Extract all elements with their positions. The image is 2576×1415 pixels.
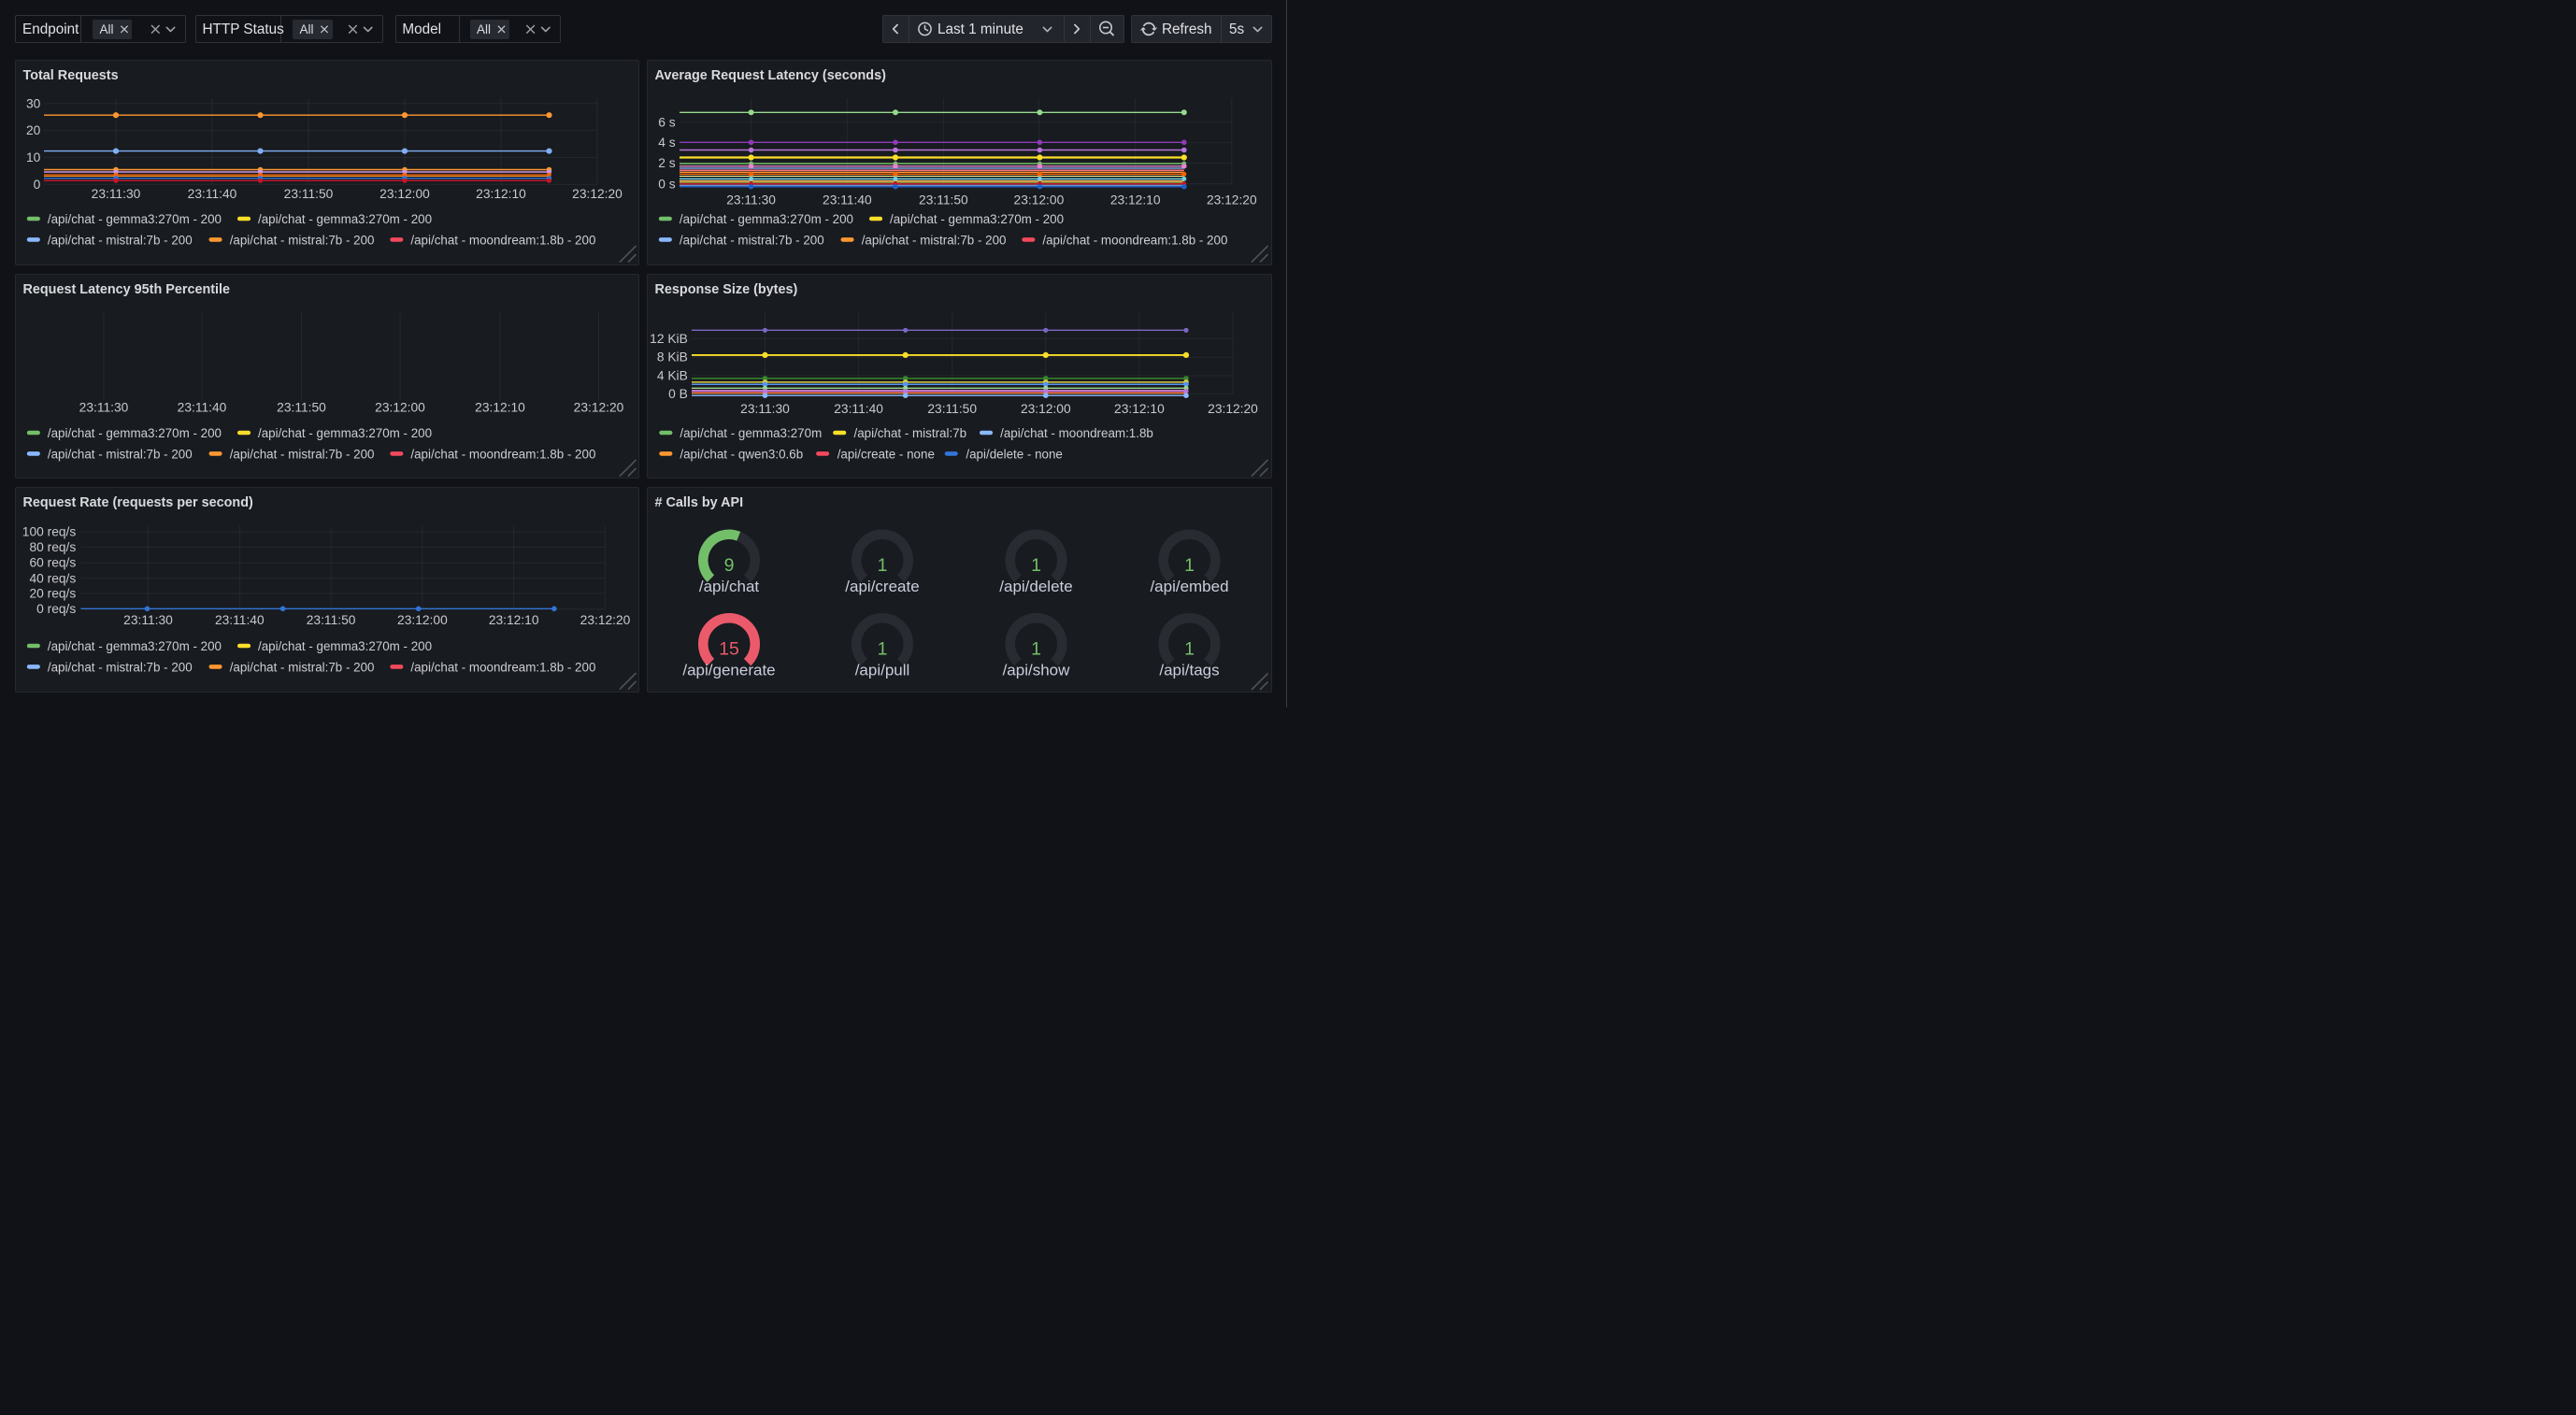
- svg-text:100 req/s: 100 req/s: [21, 524, 76, 538]
- svg-text:12 KiB: 12 KiB: [650, 331, 688, 345]
- svg-text:/api/chat - mistral:7b - 200: /api/chat - mistral:7b - 200: [47, 447, 192, 461]
- svg-text:1: 1: [878, 638, 888, 659]
- svg-text:Average Request Latency (secon: Average Request Latency (seconds): [655, 68, 887, 83]
- svg-text:/api/chat - moondream:1.8b - 2: /api/chat - moondream:1.8b - 200: [410, 233, 595, 247]
- svg-text:/api/create - none: /api/create - none: [837, 447, 935, 461]
- svg-text:23:12:20: 23:12:20: [1207, 193, 1257, 207]
- svg-text:23:11:30: 23:11:30: [740, 402, 790, 416]
- svg-text:/api/chat: /api/chat: [699, 578, 760, 595]
- svg-text:23:11:40: 23:11:40: [177, 400, 226, 414]
- svg-text:0: 0: [33, 178, 40, 192]
- svg-text:2 s: 2 s: [658, 156, 676, 170]
- svg-text:23:11:30: 23:11:30: [123, 613, 173, 627]
- svg-text:/api/chat - gemma3:270m - 200: /api/chat - gemma3:270m - 200: [258, 639, 432, 653]
- svg-text:/api/chat - mistral:7b - 200: /api/chat - mistral:7b - 200: [229, 660, 374, 674]
- svg-text:23:12:20: 23:12:20: [573, 400, 623, 414]
- svg-text:23:11:30: 23:11:30: [79, 400, 128, 414]
- svg-text:/api/show: /api/show: [1003, 661, 1071, 679]
- svg-text:/api/chat - gemma3:270m: /api/chat - gemma3:270m: [680, 426, 822, 440]
- svg-text:/api/chat - gemma3:270m - 200: /api/chat - gemma3:270m - 200: [680, 212, 853, 226]
- svg-text:4 s: 4 s: [658, 136, 676, 150]
- svg-text:23:12:00: 23:12:00: [375, 400, 425, 414]
- svg-text:23:11:40: 23:11:40: [214, 613, 264, 627]
- svg-text:Total Requests: Total Requests: [22, 68, 118, 83]
- svg-text:/api/chat - mistral:7b - 200: /api/chat - mistral:7b - 200: [47, 233, 192, 247]
- svg-text:23:11:40: 23:11:40: [187, 187, 236, 201]
- svg-text:/api/chat - mistral:7b - 200: /api/chat - mistral:7b - 200: [680, 233, 824, 247]
- svg-text:/api/chat - gemma3:270m - 200: /api/chat - gemma3:270m - 200: [47, 639, 221, 653]
- svg-text:/api/chat - moondream:1.8b - 2: /api/chat - moondream:1.8b - 200: [410, 447, 595, 461]
- svg-text:/api/chat - gemma3:270m - 200: /api/chat - gemma3:270m - 200: [258, 212, 432, 226]
- svg-text:/api/delete: /api/delete: [999, 578, 1072, 595]
- svg-text:20: 20: [25, 123, 40, 137]
- svg-text:23:11:50: 23:11:50: [306, 613, 355, 627]
- svg-text:/api/chat - mistral:7b - 200: /api/chat - mistral:7b - 200: [47, 660, 192, 674]
- svg-text:40 req/s: 40 req/s: [29, 571, 76, 585]
- svg-text:23:11:50: 23:11:50: [283, 187, 333, 201]
- svg-text:8 KiB: 8 KiB: [657, 350, 688, 364]
- svg-text:23:12:00: 23:12:00: [1021, 402, 1071, 416]
- svg-text:23:12:10: 23:12:10: [475, 400, 525, 414]
- svg-text:80 req/s: 80 req/s: [29, 539, 76, 553]
- svg-text:23:12:20: 23:12:20: [1208, 402, 1258, 416]
- svg-text:/api/chat - gemma3:270m - 200: /api/chat - gemma3:270m - 200: [258, 426, 432, 440]
- svg-text:23:12:00: 23:12:00: [379, 187, 430, 201]
- svg-text:23:12:20: 23:12:20: [580, 613, 630, 627]
- svg-text:30: 30: [25, 96, 40, 110]
- svg-text:/api/delete - none: /api/delete - none: [966, 447, 1062, 461]
- svg-text:23:12:10: 23:12:10: [1114, 402, 1165, 416]
- svg-text:23:11:50: 23:11:50: [927, 402, 977, 416]
- svg-text:23:12:20: 23:12:20: [572, 187, 623, 201]
- svg-text:/api/chat - gemma3:270m - 200: /api/chat - gemma3:270m - 200: [47, 212, 221, 226]
- svg-text:/api/chat - mistral:7b - 200: /api/chat - mistral:7b - 200: [229, 447, 374, 461]
- svg-text:Request Latency 95th Percentil: Request Latency 95th Percentile: [22, 282, 230, 297]
- svg-text:Request Rate (requests per sec: Request Rate (requests per second): [22, 495, 253, 510]
- svg-text:23:11:40: 23:11:40: [823, 193, 872, 207]
- svg-text:/api/chat - gemma3:270m - 200: /api/chat - gemma3:270m - 200: [47, 426, 221, 440]
- svg-text:/api/embed: /api/embed: [1150, 578, 1228, 595]
- svg-text:0 B: 0 B: [668, 386, 688, 400]
- svg-text:/api/chat - qwen3:0.6b: /api/chat - qwen3:0.6b: [680, 447, 803, 461]
- svg-text:/api/pull: /api/pull: [855, 661, 910, 679]
- svg-text:23:11:40: 23:11:40: [834, 402, 883, 416]
- svg-text:23:12:00: 23:12:00: [1014, 193, 1065, 207]
- svg-text:/api/chat - gemma3:270m - 200: /api/chat - gemma3:270m - 200: [890, 212, 1064, 226]
- svg-text:20 req/s: 20 req/s: [29, 586, 76, 600]
- svg-text:15: 15: [719, 638, 739, 659]
- svg-text:9: 9: [724, 555, 735, 576]
- svg-text:0 req/s: 0 req/s: [36, 602, 76, 616]
- svg-text:# Calls by API: # Calls by API: [655, 495, 744, 510]
- svg-text:4 KiB: 4 KiB: [657, 368, 688, 382]
- svg-text:23:12:00: 23:12:00: [397, 613, 448, 627]
- svg-text:/api/chat - mistral:7b - 200: /api/chat - mistral:7b - 200: [229, 233, 374, 247]
- svg-text:10: 10: [25, 150, 40, 164]
- svg-text:1: 1: [1031, 555, 1041, 576]
- svg-text:/api/tags: /api/tags: [1159, 661, 1219, 679]
- svg-text:23:11:50: 23:11:50: [277, 400, 326, 414]
- svg-text:6 s: 6 s: [658, 115, 676, 129]
- svg-text:1: 1: [878, 555, 888, 576]
- svg-text:60 req/s: 60 req/s: [29, 555, 76, 569]
- svg-text:/api/chat - moondream:1.8b: /api/chat - moondream:1.8b: [1000, 426, 1153, 440]
- svg-text:Response Size (bytes): Response Size (bytes): [655, 282, 798, 297]
- svg-text:23:11:30: 23:11:30: [726, 193, 776, 207]
- svg-text:1: 1: [1184, 555, 1195, 576]
- svg-text:/api/create: /api/create: [845, 578, 919, 595]
- svg-text:0 s: 0 s: [658, 177, 676, 191]
- svg-text:1: 1: [1184, 638, 1195, 659]
- svg-text:/api/chat - mistral:7b: /api/chat - mistral:7b: [854, 426, 967, 440]
- svg-text:23:12:10: 23:12:10: [1110, 193, 1161, 207]
- svg-text:23:12:10: 23:12:10: [476, 187, 526, 201]
- svg-text:1: 1: [1031, 638, 1041, 659]
- svg-text:/api/chat - moondream:1.8b - 2: /api/chat - moondream:1.8b - 200: [1042, 233, 1227, 247]
- svg-text:23:11:50: 23:11:50: [919, 193, 968, 207]
- svg-text:23:11:30: 23:11:30: [91, 187, 140, 201]
- svg-text:/api/generate: /api/generate: [682, 661, 775, 679]
- svg-text:/api/chat - moondream:1.8b - 2: /api/chat - moondream:1.8b - 200: [410, 660, 595, 674]
- svg-text:23:12:10: 23:12:10: [488, 613, 538, 627]
- svg-text:/api/chat - mistral:7b - 200: /api/chat - mistral:7b - 200: [862, 233, 1007, 247]
